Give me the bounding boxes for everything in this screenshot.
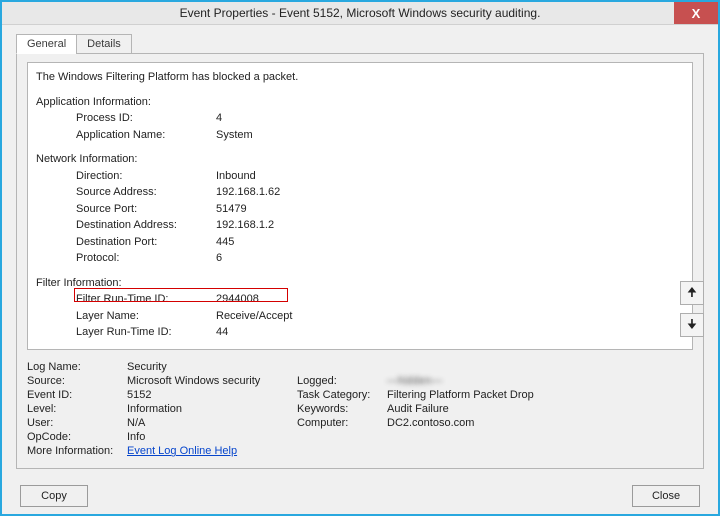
close-button[interactable]: Close bbox=[632, 485, 700, 507]
source-port-value: 51479 bbox=[216, 201, 247, 218]
event-log-online-help-link[interactable]: Event Log Online Help bbox=[127, 445, 237, 457]
tab-strip: General Details bbox=[16, 34, 704, 54]
arrow-down-icon: 🠋 bbox=[687, 315, 697, 336]
arrow-up-icon: 🠉 bbox=[687, 283, 697, 304]
event-description-box[interactable]: The Windows Filtering Platform has block… bbox=[27, 62, 693, 350]
dialog-footer: Copy Close bbox=[2, 477, 718, 514]
titlebar: Event Properties - Event 5152, Microsoft… bbox=[2, 2, 718, 25]
process-id-value: 4 bbox=[216, 110, 222, 127]
tab-general-label: General bbox=[27, 38, 66, 50]
filter-runtime-id-label: Filter Run-Time ID: bbox=[76, 291, 216, 308]
source-port-label: Source Port: bbox=[76, 201, 216, 218]
destination-port-value: 445 bbox=[216, 234, 234, 251]
protocol-label: Protocol: bbox=[76, 250, 216, 267]
record-nav-buttons: 🠉 🠋 bbox=[680, 281, 704, 337]
destination-address-value: 192.168.1.2 bbox=[216, 217, 274, 234]
filter-information-section: Filter Information: Filter Run-Time ID:2… bbox=[36, 275, 684, 341]
event-summary-line: The Windows Filtering Platform has block… bbox=[36, 69, 684, 86]
user-label: User: bbox=[27, 416, 127, 430]
direction-label: Direction: bbox=[76, 168, 216, 185]
tab-details-label: Details bbox=[87, 38, 121, 50]
computer-value: DC2.contoso.com bbox=[387, 416, 534, 430]
source-label: Source: bbox=[27, 374, 127, 388]
content-area: General Details The Windows Filtering Pl… bbox=[2, 25, 718, 477]
source-address-label: Source Address: bbox=[76, 184, 216, 201]
previous-event-button[interactable]: 🠉 bbox=[680, 281, 704, 305]
layer-runtime-id-value: 44 bbox=[216, 324, 228, 341]
task-category-label: Task Category: bbox=[297, 388, 387, 402]
application-information-section: Application Information: Process ID:4 Ap… bbox=[36, 94, 684, 144]
application-name-label: Application Name: bbox=[76, 127, 216, 144]
process-id-label: Process ID: bbox=[76, 110, 216, 127]
level-label: Level: bbox=[27, 402, 127, 416]
close-window-button[interactable]: X bbox=[674, 2, 718, 24]
application-name-value: System bbox=[216, 127, 253, 144]
filter-runtime-id-value: 2944008 bbox=[216, 291, 259, 308]
close-icon: X bbox=[692, 6, 701, 21]
copy-button-label: Copy bbox=[41, 490, 67, 502]
keywords-value: Audit Failure bbox=[387, 402, 534, 416]
app-info-header: Application Information: bbox=[36, 94, 684, 111]
tab-details[interactable]: Details bbox=[76, 34, 132, 54]
direction-value: Inbound bbox=[216, 168, 256, 185]
event-id-value: 5152 bbox=[127, 388, 297, 402]
net-info-header: Network Information: bbox=[36, 151, 684, 168]
task-category-value: Filtering Platform Packet Drop bbox=[387, 388, 534, 402]
computer-label: Computer: bbox=[297, 416, 387, 430]
filter-info-header: Filter Information: bbox=[36, 275, 684, 292]
log-name-label: Log Name: bbox=[27, 360, 127, 374]
tab-general[interactable]: General bbox=[16, 34, 77, 54]
close-button-label: Close bbox=[652, 490, 680, 502]
source-address-value: 192.168.1.62 bbox=[216, 184, 280, 201]
logged-label: Logged: bbox=[297, 374, 387, 388]
window-title: Event Properties - Event 5152, Microsoft… bbox=[180, 6, 541, 20]
layer-name-label: Layer Name: bbox=[76, 308, 216, 325]
event-id-label: Event ID: bbox=[27, 388, 127, 402]
user-value: N/A bbox=[127, 416, 297, 430]
log-name-value: Security bbox=[127, 360, 297, 374]
destination-address-label: Destination Address: bbox=[76, 217, 216, 234]
copy-button[interactable]: Copy bbox=[20, 485, 88, 507]
tab-panel-general: The Windows Filtering Platform has block… bbox=[16, 53, 704, 469]
more-information-label: More Information: bbox=[27, 444, 127, 458]
destination-port-label: Destination Port: bbox=[76, 234, 216, 251]
layer-name-value: Receive/Accept bbox=[216, 308, 292, 325]
event-properties-window: Event Properties - Event 5152, Microsoft… bbox=[0, 0, 720, 516]
event-summary-grid: Log Name: Security Source: Microsoft Win… bbox=[27, 360, 693, 458]
level-value: Information bbox=[127, 402, 297, 416]
logged-value: —hidden— bbox=[387, 375, 442, 387]
opcode-label: OpCode: bbox=[27, 430, 127, 444]
protocol-value: 6 bbox=[216, 250, 222, 267]
source-value: Microsoft Windows security bbox=[127, 374, 297, 388]
opcode-value: Info bbox=[127, 430, 297, 444]
network-information-section: Network Information: Direction:Inbound S… bbox=[36, 151, 684, 267]
layer-runtime-id-label: Layer Run-Time ID: bbox=[76, 324, 216, 341]
keywords-label: Keywords: bbox=[297, 402, 387, 416]
next-event-button[interactable]: 🠋 bbox=[680, 313, 704, 337]
